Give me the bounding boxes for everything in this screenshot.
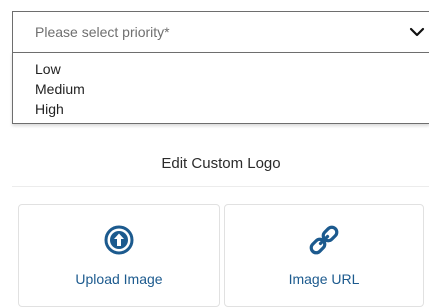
priority-options-list: Low Medium High <box>12 52 429 124</box>
upload-circle-arrow-icon <box>104 225 134 255</box>
custom-logo-title: Edit Custom Logo <box>161 154 281 172</box>
image-url-label: Image URL <box>288 271 360 287</box>
priority-select-placeholder: Please select priority* <box>35 24 170 40</box>
image-url-button[interactable]: Image URL <box>224 204 424 307</box>
priority-option-high[interactable]: High <box>13 99 429 119</box>
priority-option-medium[interactable]: Medium <box>13 79 429 99</box>
upload-image-button[interactable]: Upload Image <box>18 204 220 307</box>
custom-logo-header: Edit Custom Logo <box>12 140 429 187</box>
chevron-down-icon[interactable] <box>407 22 427 42</box>
upload-image-label: Upload Image <box>75 271 163 287</box>
priority-select[interactable]: Please select priority* <box>12 11 429 52</box>
priority-option-low[interactable]: Low <box>13 59 429 79</box>
link-icon <box>309 225 339 255</box>
